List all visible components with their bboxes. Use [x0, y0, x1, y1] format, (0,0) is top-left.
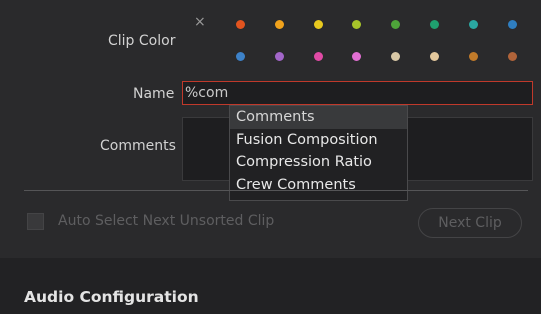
comments-label: Comments [100, 138, 176, 154]
autocomplete-item-crew-comments[interactable]: Crew Comments [230, 174, 407, 197]
name-input[interactable]: %com [182, 81, 533, 105]
auto-select-checkbox[interactable] [27, 213, 44, 230]
clip-attributes-panel: Clip Color × Name %com Comments Comments… [0, 0, 541, 258]
next-clip-button[interactable]: Next Clip [418, 208, 522, 238]
color-swatch-brown[interactable] [468, 52, 478, 61]
autocomplete-item-fusion-composition[interactable]: Fusion Composition [230, 129, 407, 152]
color-swatch-green[interactable] [430, 20, 439, 29]
color-swatch-pink[interactable] [313, 52, 323, 61]
autocomplete-item-compression-ratio[interactable]: Compression Ratio [230, 151, 407, 174]
color-swatch-purple[interactable] [274, 52, 284, 61]
color-swatch-olive[interactable] [391, 20, 401, 29]
color-swatch-apricot[interactable] [274, 20, 284, 29]
audio-configuration-title: Audio Configuration [24, 288, 199, 306]
autocomplete-item-comments[interactable]: Comments [230, 106, 407, 129]
color-swatch-navy[interactable] [507, 20, 517, 29]
color-swatch-beige[interactable] [430, 52, 439, 61]
color-swatch-blue[interactable] [236, 52, 245, 61]
clip-color-label: Clip Color [108, 33, 176, 49]
name-label: Name [133, 86, 175, 102]
autocomplete-dropdown: Comments Fusion Composition Compression … [229, 105, 408, 201]
divider [24, 190, 528, 191]
color-swatch-tan[interactable] [391, 52, 401, 61]
color-swatch-orange[interactable] [236, 20, 245, 29]
color-swatch-teal[interactable] [468, 20, 478, 29]
color-swatch-violet[interactable] [352, 52, 362, 61]
clear-color-icon[interactable]: × [194, 14, 206, 30]
color-swatch-yellow[interactable] [313, 20, 323, 29]
color-swatch-chocolate[interactable] [507, 52, 517, 61]
color-swatch-lime[interactable] [352, 20, 362, 29]
auto-select-label: Auto Select Next Unsorted Clip [58, 213, 275, 229]
